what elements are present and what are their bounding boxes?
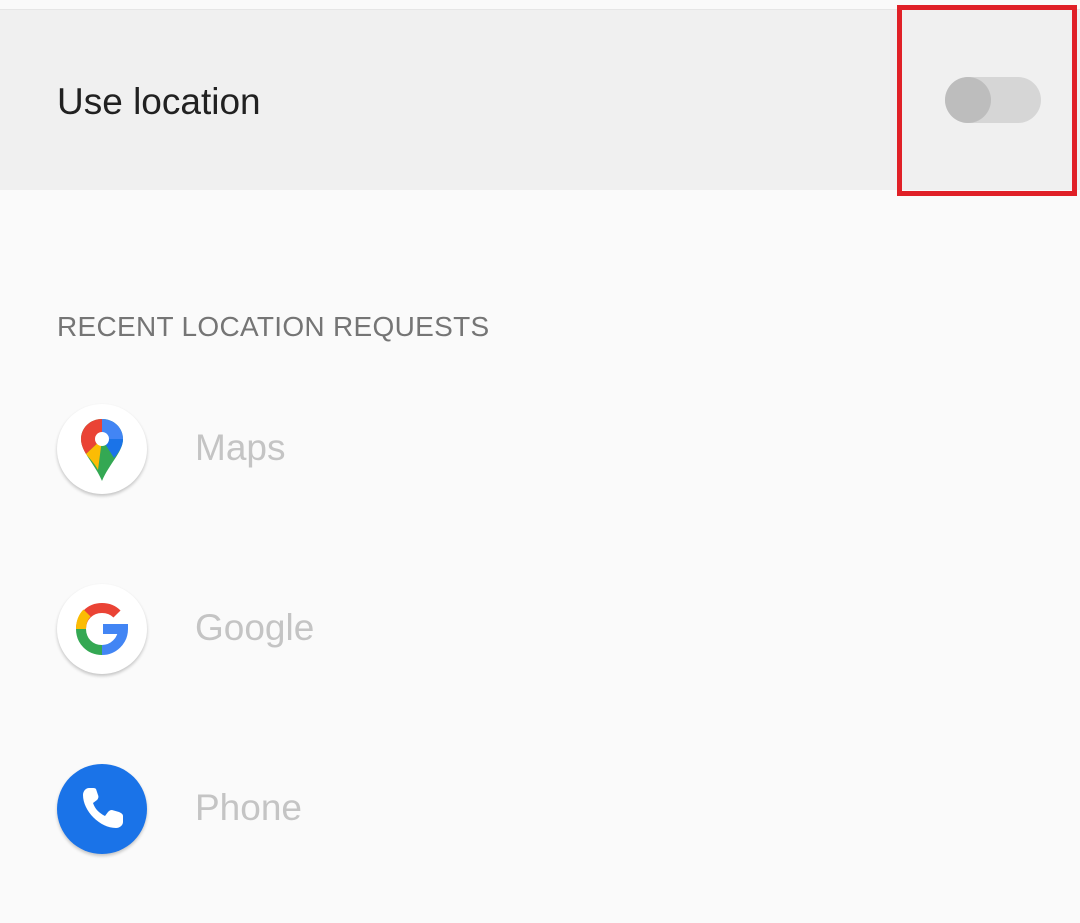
app-row-maps[interactable]: Maps [0,384,1080,514]
app-label-maps: Maps [195,427,286,468]
app-row-google[interactable]: Google [0,564,1080,694]
use-location-toggle[interactable] [945,77,1041,123]
google-icon [57,584,147,674]
phone-icon [57,764,147,854]
toggle-thumb [945,77,991,123]
app-label-google: Google [195,607,315,648]
app-row-phone[interactable]: Phone [0,744,1080,874]
recent-location-requests-header: RECENT LOCATION REQUESTS [57,311,490,342]
app-label-phone: Phone [195,787,302,828]
use-location-row[interactable]: Use location [0,10,1080,190]
top-divider [0,0,1080,10]
use-location-label: Use location [57,81,261,122]
google-maps-icon [57,404,147,494]
